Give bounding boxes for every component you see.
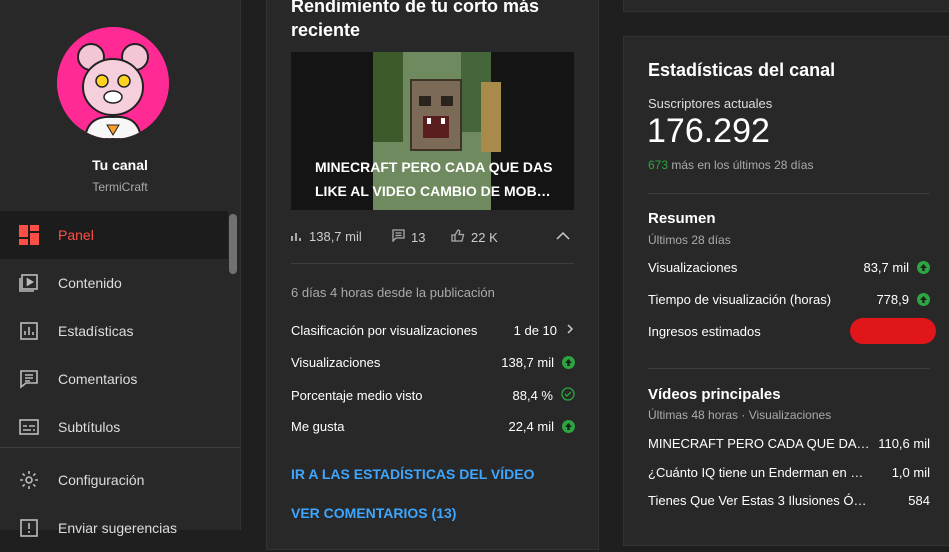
divider bbox=[648, 193, 930, 194]
short-views-metric: 138,7 mil bbox=[291, 229, 362, 244]
arrow-up-icon bbox=[562, 420, 575, 433]
summary-subtitle: Últimos 28 días bbox=[648, 233, 731, 247]
sidebar: Tu canal TermiCraft Panel Contenido Esta… bbox=[0, 0, 241, 537]
divider bbox=[291, 263, 574, 264]
comment-icon bbox=[0, 369, 58, 389]
likes-value: 22,4 mil bbox=[508, 419, 554, 434]
top-video-title: ¿Cuánto IQ tiene un Enderman en Minecraf… bbox=[648, 465, 870, 480]
summary-row-views: Visualizaciones 83,7 mil bbox=[648, 260, 930, 275]
bar-chart-icon bbox=[291, 229, 303, 244]
views-value: 138,7 mil bbox=[501, 355, 554, 370]
sidebar-item-label: Comentarios bbox=[58, 371, 138, 387]
summary-label: Visualizaciones bbox=[648, 260, 738, 275]
top-video-title: MINECRAFT PERO CADA QUE DAS LIKE AL VIDE… bbox=[648, 436, 870, 451]
sidebar-divider bbox=[0, 447, 240, 448]
short-views-row: Visualizaciones 138,7 mil bbox=[291, 355, 575, 370]
rank-value: 1 de 10 bbox=[513, 323, 557, 338]
subscribers-delta: 673 más en los últimos 28 días bbox=[648, 158, 813, 172]
channel-stats-title: Estadísticas del canal bbox=[648, 60, 836, 80]
subscribers-count: 176.292 bbox=[647, 112, 770, 150]
sidebar-item-content[interactable]: Contenido bbox=[0, 259, 228, 307]
video-library-icon bbox=[0, 273, 58, 293]
short-likes-metric: 22 K bbox=[451, 229, 498, 245]
sidebar-scrollbar[interactable] bbox=[229, 214, 237, 274]
sidebar-item-subtitles[interactable]: Subtítulos bbox=[0, 403, 228, 451]
sidebar-item-settings[interactable]: Configuración bbox=[0, 456, 228, 504]
sidebar-item-dashboard[interactable]: Panel bbox=[0, 211, 228, 259]
previous-card bbox=[623, 0, 949, 12]
redaction-mark bbox=[850, 318, 936, 344]
summary-value: 778,9 bbox=[876, 292, 909, 307]
top-video-views: 110,6 mil bbox=[878, 436, 930, 451]
short-comments-metric: 13 bbox=[392, 229, 425, 245]
channel-avatar[interactable] bbox=[57, 27, 169, 139]
short-likes-count: 22 K bbox=[471, 229, 498, 245]
arrow-up-icon bbox=[917, 261, 930, 274]
divider bbox=[648, 368, 930, 369]
sidebar-item-label: Enviar sugerencias bbox=[58, 520, 178, 536]
go-to-video-analytics-link[interactable]: IR A LAS ESTADÍSTICAS DEL VÍDEO bbox=[291, 466, 534, 482]
sidebar-item-comments[interactable]: Comentarios bbox=[0, 355, 228, 403]
sidebar-item-label: Subtítulos bbox=[58, 419, 121, 435]
short-rank-row[interactable]: Clasificación por visualizaciones 1 de 1… bbox=[291, 323, 575, 338]
top-video-row[interactable]: ¿Cuánto IQ tiene un Enderman en Minecraf… bbox=[648, 465, 930, 480]
sidebar-item-label: Panel bbox=[58, 227, 94, 243]
short-views-count: 138,7 mil bbox=[309, 229, 362, 244]
arrow-up-icon bbox=[562, 356, 575, 369]
gear-icon bbox=[0, 470, 58, 490]
short-avg-viewed-row: Porcentaje medio visto 88,4 % bbox=[291, 387, 575, 404]
short-published-time: 6 días 4 horas desde la publicación bbox=[291, 285, 495, 300]
sidebar-item-label: Estadísticas bbox=[58, 323, 134, 339]
dashboard-icon bbox=[0, 225, 58, 245]
view-comments-link[interactable]: VER COMENTARIOS (13) bbox=[291, 505, 456, 521]
subtitles-icon bbox=[0, 417, 58, 437]
feedback-icon bbox=[0, 518, 58, 538]
sidebar-item-label: Configuración bbox=[58, 472, 145, 488]
rank-label: Clasificación por visualizaciones bbox=[291, 323, 478, 338]
chevron-up-icon[interactable] bbox=[555, 229, 571, 247]
top-videos-title: Vídeos principales bbox=[648, 386, 781, 403]
likes-label: Me gusta bbox=[291, 419, 345, 434]
sidebar-item-label: Contenido bbox=[58, 275, 122, 291]
sidebar-item-analytics[interactable]: Estadísticas bbox=[0, 307, 228, 355]
short-thumbnail[interactable]: MINECRAFT PERO CADA QUE DAS LIKE AL VIDE… bbox=[291, 52, 574, 210]
subscribers-label: Suscriptores actuales bbox=[648, 96, 773, 111]
comment-icon bbox=[392, 229, 405, 245]
avg-viewed-label: Porcentaje medio visto bbox=[291, 388, 423, 403]
chevron-right-icon bbox=[565, 323, 575, 338]
summary-title: Resumen bbox=[648, 210, 716, 227]
channel-name: TermiCraft bbox=[92, 180, 148, 194]
check-circle-icon bbox=[561, 387, 575, 404]
arrow-up-icon bbox=[917, 293, 930, 306]
short-thumbnail-title: MINECRAFT PERO CADA QUE DAS LIKE AL VIDE… bbox=[315, 159, 553, 199]
summary-row-watch-time: Tiempo de visualización (horas) 778,9 bbox=[648, 292, 930, 307]
views-label: Visualizaciones bbox=[291, 355, 381, 370]
channel-title: Tu canal bbox=[92, 157, 148, 173]
thumbs-up-icon bbox=[451, 229, 465, 245]
analytics-icon bbox=[0, 321, 58, 341]
summary-label: Ingresos estimados bbox=[648, 324, 761, 339]
summary-label: Tiempo de visualización (horas) bbox=[648, 292, 832, 307]
summary-value: 83,7 mil bbox=[863, 260, 909, 275]
subscribers-delta-value: 673 bbox=[648, 158, 669, 172]
short-comments-count: 13 bbox=[411, 229, 426, 245]
sidebar-item-feedback[interactable]: Enviar sugerencias bbox=[0, 504, 228, 552]
top-videos-subtitle: Últimas 48 horas · Visualizaciones bbox=[648, 408, 832, 422]
subscribers-delta-text: más en los últimos 28 días bbox=[671, 158, 814, 172]
top-video-row[interactable]: Tienes Que Ver Estas 3 Ilusiones Ópticas… bbox=[648, 493, 930, 508]
avg-viewed-value: 88,4 % bbox=[512, 388, 553, 403]
top-video-views: 1,0 mil bbox=[891, 465, 930, 480]
top-video-views: 584 bbox=[908, 493, 930, 508]
short-card-title: Rendimiento de tu corto más reciente bbox=[291, 0, 540, 40]
top-video-row[interactable]: MINECRAFT PERO CADA QUE DAS LIKE AL VIDE… bbox=[648, 436, 930, 451]
top-video-title: Tienes Que Ver Estas 3 Ilusiones Ópticas bbox=[648, 493, 870, 508]
short-likes-row: Me gusta 22,4 mil bbox=[291, 419, 575, 434]
